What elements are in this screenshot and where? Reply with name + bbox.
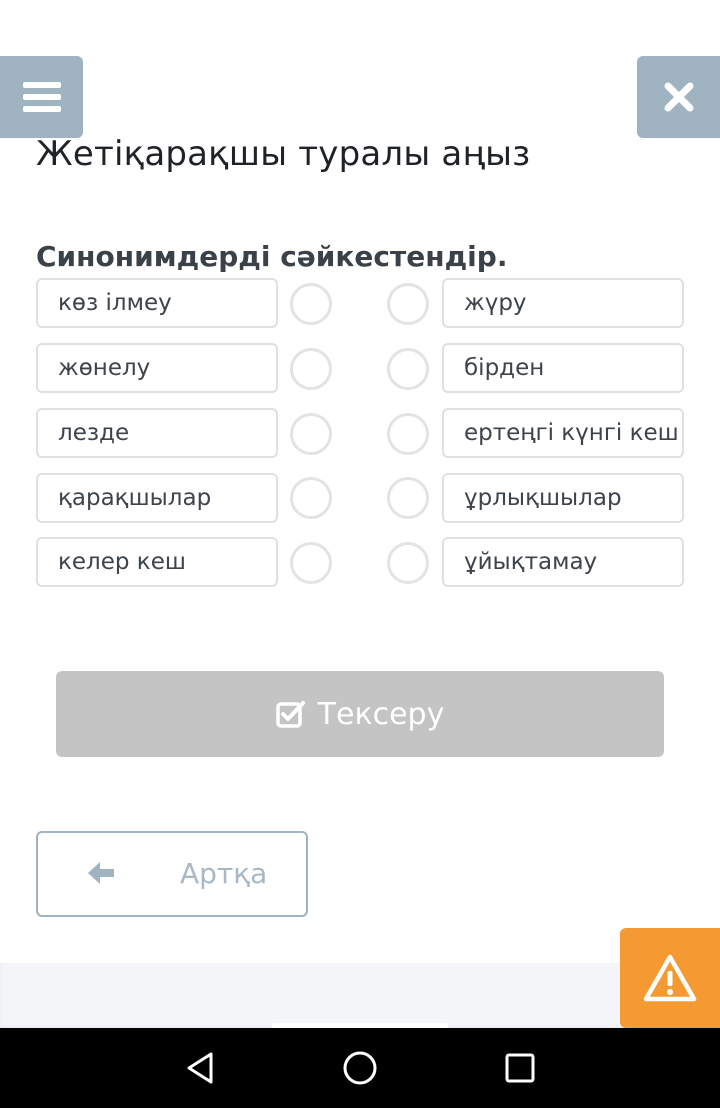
check-button[interactable]: Тексеру xyxy=(56,671,664,757)
left-connector-circle[interactable] xyxy=(290,348,332,390)
close-button[interactable] xyxy=(637,56,720,138)
right-connector-circle[interactable] xyxy=(387,413,429,455)
hamburger-menu-icon xyxy=(22,82,61,112)
nav-home-circle-icon xyxy=(343,1051,377,1085)
left-connector-circle[interactable] xyxy=(290,477,332,519)
left-item[interactable]: көз ілмеу xyxy=(36,278,278,328)
arrow-left-icon xyxy=(88,862,114,884)
left-item[interactable]: қарақшылар xyxy=(36,473,278,523)
left-item[interactable]: келер кеш xyxy=(36,537,278,587)
right-item[interactable]: ұрлықшылар xyxy=(442,473,684,523)
right-connector-circle[interactable] xyxy=(387,542,429,584)
right-connector-circle[interactable] xyxy=(387,477,429,519)
checkbox-check-icon xyxy=(275,701,305,728)
back-button[interactable]: Артқа xyxy=(36,831,308,917)
warning-triangle-icon xyxy=(643,954,697,1002)
right-connector-circle[interactable] xyxy=(387,283,429,325)
instruction-text: Синонимдерді сәйкестендір. xyxy=(36,240,508,273)
right-item[interactable]: ертеңгі күнгі кеш xyxy=(442,408,684,458)
left-item[interactable]: лезде xyxy=(36,408,278,458)
nav-recents-button[interactable] xyxy=(498,1046,542,1090)
report-issue-button[interactable] xyxy=(620,928,720,1028)
right-connector-circle[interactable] xyxy=(387,348,429,390)
left-connector-circle[interactable] xyxy=(290,283,332,325)
back-button-label: Артқа xyxy=(180,857,268,890)
nav-home-button[interactable] xyxy=(338,1046,382,1090)
check-button-label: Тексеру xyxy=(317,696,445,732)
left-connector-circle[interactable] xyxy=(290,413,332,455)
system-navigation-bar xyxy=(0,1028,720,1108)
top-strip xyxy=(0,0,720,60)
menu-button[interactable] xyxy=(0,56,83,138)
right-item[interactable]: жүру xyxy=(442,278,684,328)
left-connector-circle[interactable] xyxy=(290,542,332,584)
close-icon xyxy=(664,82,693,112)
footer-area xyxy=(0,963,720,1029)
nav-recents-square-icon xyxy=(505,1053,535,1083)
nav-back-button[interactable] xyxy=(178,1046,222,1090)
page-title: Жетіқарақшы туралы аңыз xyxy=(36,134,531,174)
nav-back-triangle-icon xyxy=(187,1052,213,1084)
right-item[interactable]: ұйықтамау xyxy=(442,537,684,587)
right-item[interactable]: бірден xyxy=(442,343,684,393)
left-item[interactable]: жөнелу xyxy=(36,343,278,393)
